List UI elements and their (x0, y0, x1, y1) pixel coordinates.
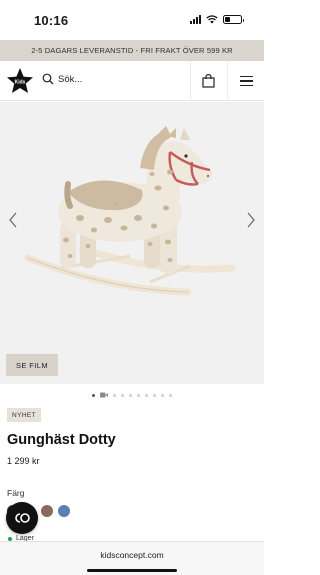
product-title: Gunghäst Dotty (7, 432, 116, 448)
rocking-horse-image (24, 126, 236, 296)
color-swatch-brown[interactable] (41, 505, 53, 517)
gallery-dot[interactable] (161, 393, 164, 397)
shopping-bag-icon (202, 74, 215, 88)
gallery-dot[interactable] (92, 393, 95, 397)
gallery-dot[interactable] (121, 393, 124, 397)
gallery-dot[interactable] (169, 393, 172, 397)
chevron-left-icon (9, 212, 17, 228)
gallery-dot[interactable] (113, 393, 116, 397)
gallery-dot[interactable] (153, 393, 156, 397)
status-icons (190, 15, 244, 24)
wifi-icon (206, 15, 218, 24)
url-text[interactable]: kidsconcept.com (0, 550, 264, 560)
color-swatch-blue[interactable] (58, 505, 70, 517)
site-header: Kids Sök... (0, 61, 264, 101)
star-logo-icon[interactable]: Kids (6, 67, 34, 95)
watch-film-button[interactable]: SE FILM (6, 354, 58, 376)
home-indicator (87, 569, 177, 572)
gallery-dot[interactable] (137, 393, 140, 397)
gallery-dot[interactable] (145, 393, 148, 397)
product-gallery[interactable]: SE FILM (0, 102, 264, 384)
chat-icon (15, 513, 30, 523)
promo-banner[interactable]: 2-5 DAGARS LEVERANSTID - FRI FRAKT ÖVER … (0, 40, 264, 61)
search-icon (42, 73, 54, 85)
status-time: 10:16 (34, 13, 69, 28)
hamburger-menu-icon[interactable] (227, 61, 264, 101)
gallery-dot[interactable] (129, 393, 132, 397)
chevron-right-icon (247, 212, 255, 228)
search-placeholder: Sök... (58, 73, 83, 85)
battery-icon (223, 15, 244, 24)
gallery-prev-button[interactable] (6, 210, 20, 230)
color-label: Färg (7, 488, 25, 498)
cart-button[interactable] (190, 61, 226, 101)
search-field[interactable]: Sök... (42, 73, 82, 85)
signal-icon (190, 15, 201, 24)
gallery-pagination[interactable] (0, 391, 264, 399)
gallery-next-button[interactable] (244, 210, 258, 230)
status-bar: 10:16 (0, 0, 264, 40)
chat-button[interactable] (6, 502, 38, 534)
new-badge: NYHET (7, 408, 41, 422)
product-price: 1 299 kr (7, 456, 40, 466)
video-camera-icon[interactable] (100, 392, 108, 398)
logo-text: Kids (15, 80, 26, 86)
browser-url-bar[interactable]: kidsconcept.com (0, 541, 264, 575)
